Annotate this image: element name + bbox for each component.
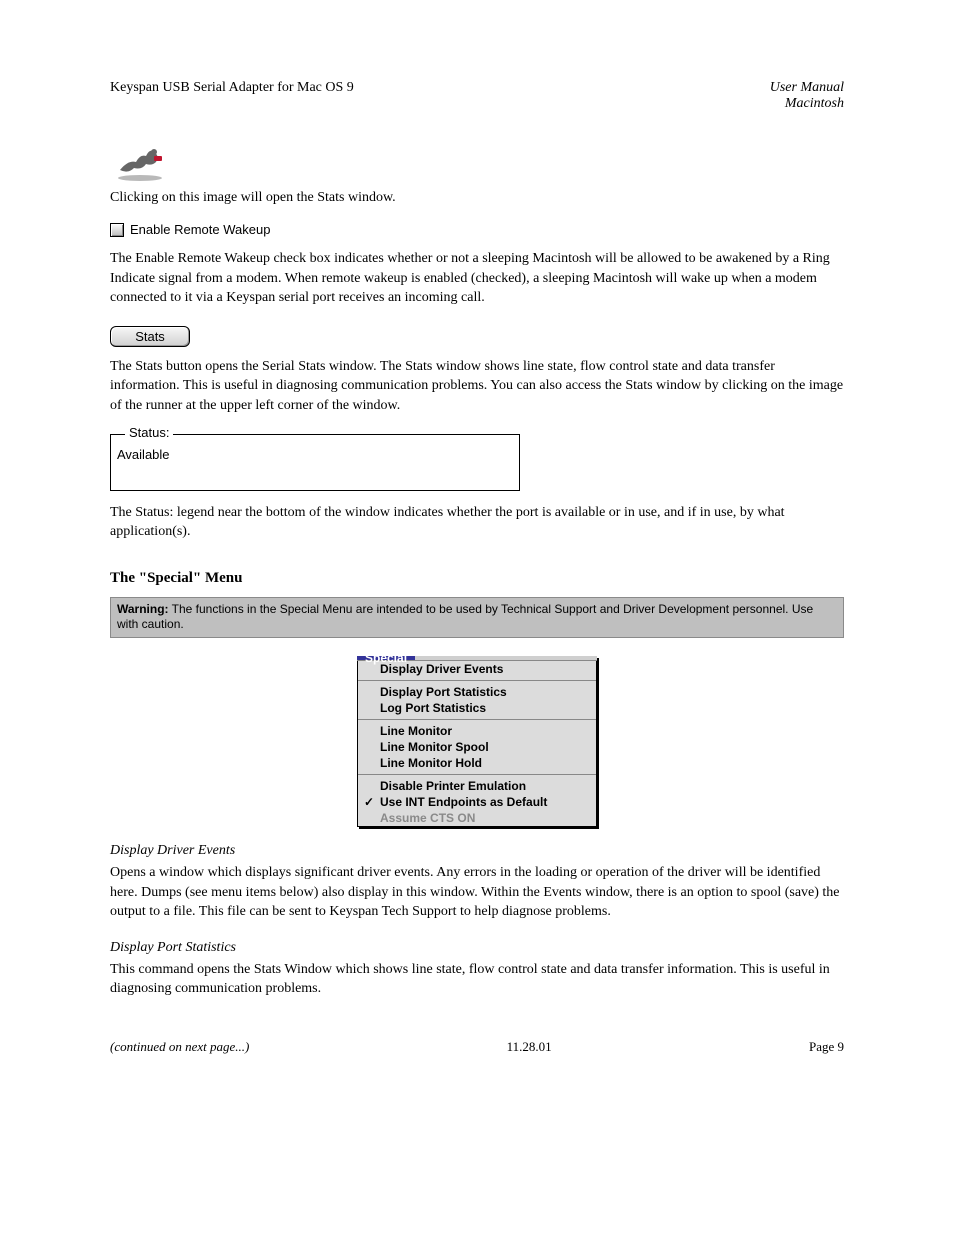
menu-item-line-monitor-hold[interactable]: Line Monitor Hold — [358, 755, 596, 771]
menu-item-disable-printer-emulation[interactable]: Disable Printer Emulation — [358, 778, 596, 794]
menu-item-log-port-statistics[interactable]: Log Port Statistics — [358, 700, 596, 716]
running-man-icon[interactable] — [110, 142, 170, 182]
menu-item-use-int-endpoints-as-default[interactable]: Use INT Endpoints as Default — [358, 794, 596, 810]
page-footer: (continued on next page...) 11.28.01 Pag… — [110, 1039, 844, 1055]
stats-button[interactable]: Stats — [110, 326, 190, 347]
enable-remote-wakeup-checkbox[interactable]: Enable Remote Wakeup — [110, 222, 844, 237]
menu-separator — [358, 774, 596, 775]
header-right-1: User Manual — [770, 80, 844, 96]
header-right-2: Macintosh — [770, 96, 844, 112]
footer-center: 11.28.01 — [507, 1039, 552, 1055]
warning-text: The functions in the Special Menu are in… — [117, 602, 813, 632]
runner-caption: Clicking on this image will open the Sta… — [110, 190, 844, 206]
warning-label: Warning: — [117, 602, 169, 616]
checkbox-label: Enable Remote Wakeup — [130, 222, 270, 237]
status-value: Available — [117, 447, 170, 462]
menu-item-display-driver-events[interactable]: Display Driver Events — [358, 661, 596, 677]
special-menu-title[interactable]: Special — [357, 656, 415, 660]
display-port-statistics-heading: Display Port Statistics — [110, 940, 844, 956]
footer-left: (continued on next page...) — [110, 1039, 249, 1055]
remote-wakeup-paragraph: The Enable Remote Wakeup check box indic… — [110, 249, 844, 308]
special-menu-heading: The "Special" Menu — [110, 570, 844, 587]
display-port-statistics-paragraph: This command opens the Stats Window whic… — [110, 960, 844, 999]
menu-item-line-monitor[interactable]: Line Monitor — [358, 723, 596, 739]
menu-item-line-monitor-spool[interactable]: Line Monitor Spool — [358, 739, 596, 755]
display-driver-events-heading: Display Driver Events — [110, 843, 844, 859]
menu-item-assume-cts-on: Assume CTS ON — [358, 810, 596, 826]
status-box: Status: Available — [110, 434, 520, 491]
status-legend-paragraph: The Status: legend near the bottom of th… — [110, 503, 844, 542]
footer-right: Page 9 — [809, 1039, 844, 1055]
menu-separator — [358, 719, 596, 720]
warning-banner: Warning: The functions in the Special Me… — [110, 597, 844, 638]
stats-button-paragraph: The Stats button opens the Serial Stats … — [110, 357, 844, 416]
display-driver-events-paragraph: Opens a window which displays significan… — [110, 863, 844, 922]
page-header: Keyspan USB Serial Adapter for Mac OS 9 … — [110, 80, 844, 112]
menu-item-display-port-statistics[interactable]: Display Port Statistics — [358, 684, 596, 700]
header-left: Keyspan USB Serial Adapter for Mac OS 9 — [110, 80, 354, 96]
checkbox-box-icon — [110, 223, 124, 237]
status-legend: Status: — [125, 425, 173, 440]
menu-separator — [358, 680, 596, 681]
special-menu: Special Display Driver Events Display Por… — [357, 656, 597, 827]
